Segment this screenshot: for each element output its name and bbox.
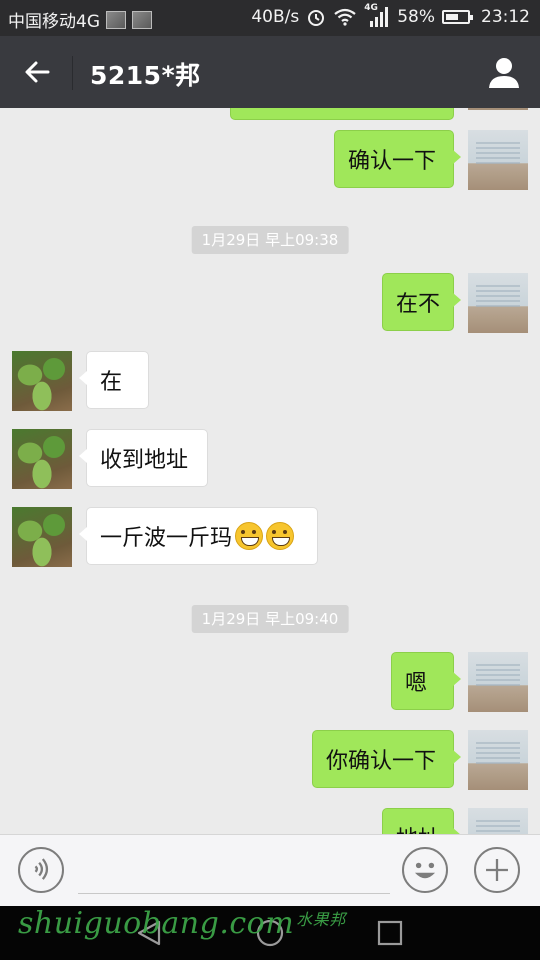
my-avatar[interactable] (468, 273, 528, 333)
system-nav-bar: shuiguobang.com 水果邦 (0, 906, 540, 960)
contact-avatar[interactable] (12, 351, 72, 411)
message-text: 确认一下 (348, 149, 437, 174)
sent-message-bubble[interactable]: 地址 (382, 808, 461, 834)
contact-avatar[interactable] (12, 429, 72, 489)
plus-icon[interactable] (474, 847, 520, 893)
sent-message-bubble[interactable]: 你确认一下 (312, 730, 461, 788)
sent-message-bubble[interactable]: 嗯 (391, 652, 461, 710)
person-icon[interactable] (486, 54, 522, 90)
image-thumb-icon (132, 10, 152, 29)
message-input[interactable] (78, 893, 390, 894)
message-list[interactable]: 确认一下 1月29日 早上09:38 在不在收到地址一斤波一斤玛 1月29日 早上09… (0, 108, 540, 834)
chat-header: 5215*邦 (0, 36, 540, 108)
chat-title: 5215*邦 (90, 61, 201, 90)
my-avatar[interactable] (468, 108, 528, 110)
my-avatar[interactable] (468, 808, 528, 834)
sent-message-bubble[interactable]: 确认一下 (334, 130, 461, 188)
wifi-icon (334, 8, 356, 26)
input-bar (0, 834, 540, 907)
my-avatar[interactable] (468, 730, 528, 790)
message-text: 在 (100, 370, 123, 395)
battery-percent: 58% (397, 7, 435, 27)
watermark-chinese: 水果邦 (296, 910, 346, 929)
alarm-icon (308, 10, 325, 26)
grin-emoji-icon (235, 522, 264, 550)
grin-emoji-icon (266, 522, 295, 550)
received-message-bubble[interactable]: 收到地址 (79, 429, 208, 487)
timestamp: 1月29日 早上09:40 (191, 605, 349, 633)
nav-recents-icon[interactable] (375, 918, 405, 948)
emoji-icon[interactable] (402, 847, 448, 893)
message-text: 在不 (396, 292, 441, 317)
watermark-text: shuiguobang (18, 906, 220, 941)
message-bubble-partial[interactable] (230, 108, 454, 120)
sent-message-bubble[interactable]: 在不 (382, 273, 461, 331)
received-message-bubble[interactable]: 一斤波一斤玛 (79, 507, 318, 565)
watermark: shuiguobang.com 水果邦 (18, 906, 346, 941)
my-avatar[interactable] (468, 652, 528, 712)
signal-icon: 4G (364, 3, 390, 27)
contact-avatar[interactable] (12, 507, 72, 567)
clock: 23:12 (481, 7, 530, 27)
message-text: 收到地址 (100, 448, 189, 473)
my-avatar[interactable] (468, 130, 528, 190)
timestamp: 1月29日 早上09:38 (191, 226, 349, 254)
message-text: 嗯 (405, 671, 428, 696)
image-thumb-icon (106, 10, 126, 29)
battery-icon (442, 10, 473, 24)
header-divider (72, 56, 73, 90)
back-arrow-icon[interactable] (20, 54, 56, 90)
message-text: 地址 (396, 821, 440, 834)
carrier-label: 中国移动4G (8, 12, 100, 32)
network-speed: 40B/s (251, 7, 300, 27)
received-message-bubble[interactable]: 在 (79, 351, 149, 409)
watermark-suffix: .com (219, 906, 295, 941)
voice-icon[interactable] (18, 847, 64, 893)
status-bar: 中国移动4G 40B/s 4G 58% 23:12 (0, 0, 540, 36)
message-text: 一斤波一斤玛 (100, 526, 233, 551)
message-text: 你确认一下 (326, 749, 437, 774)
